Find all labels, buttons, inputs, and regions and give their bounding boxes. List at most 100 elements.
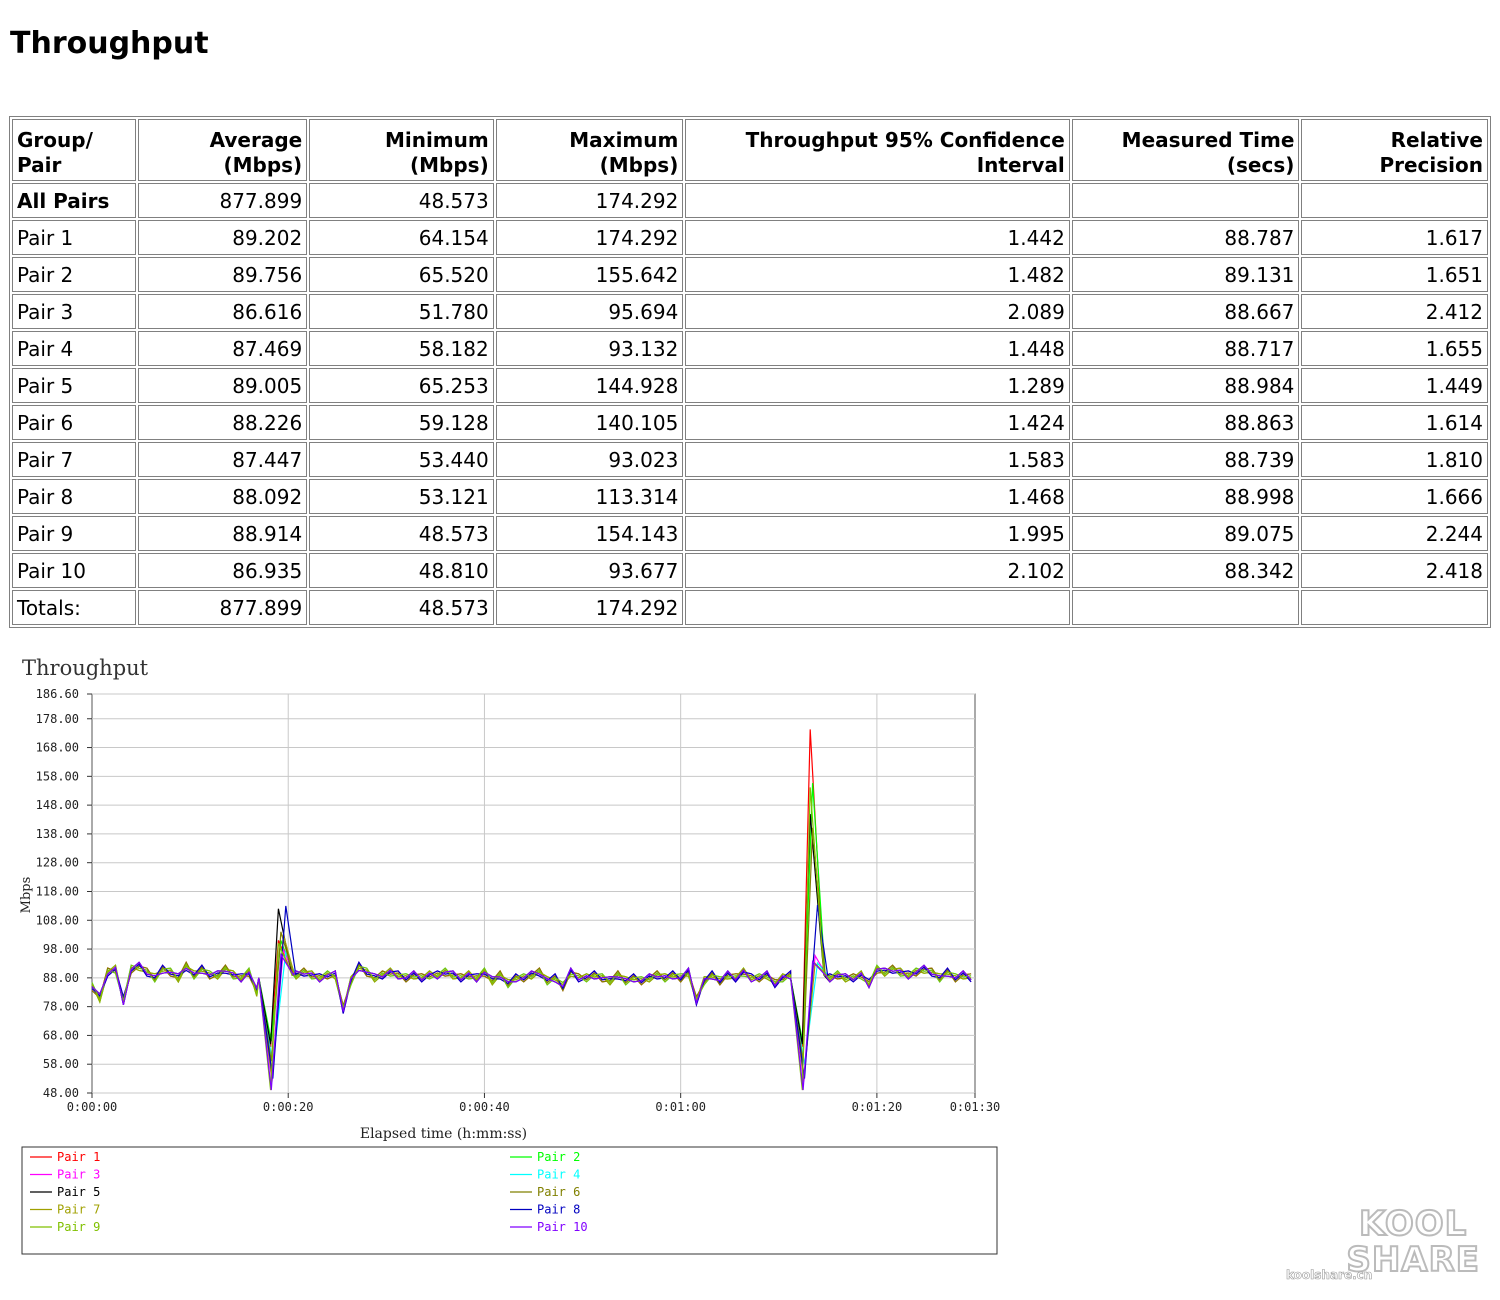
table-cell: 64.154 bbox=[309, 220, 494, 255]
column-header: Minimum (Mbps) bbox=[309, 119, 494, 181]
x-tick-label: 0:00:20 bbox=[263, 1100, 314, 1114]
table-cell bbox=[685, 590, 1070, 625]
table-cell: 1.468 bbox=[685, 479, 1070, 514]
table-cell: 53.121 bbox=[309, 479, 494, 514]
table-cell: 2.102 bbox=[685, 553, 1070, 588]
plot-area bbox=[91, 693, 976, 1094]
table-cell: 174.292 bbox=[495, 220, 684, 255]
table-row: Pair 7 87.447 53.440 93.023 1.583 88.739 1.810 bbox=[12, 442, 1488, 477]
legend-label: Pair 9 bbox=[57, 1220, 100, 1234]
table-cell: 48.573 bbox=[309, 516, 494, 551]
throughput-table: Group/Pair Average (Mbps) Minimum (Mbps) Ma… bbox=[9, 116, 1491, 628]
table-cell: 88.226 bbox=[138, 405, 308, 440]
table-cell: 1.666 bbox=[1301, 479, 1488, 514]
table-cell: 89.005 bbox=[138, 368, 308, 403]
table-cell: 155.642 bbox=[495, 257, 684, 292]
table-cell: 86.935 bbox=[138, 553, 308, 588]
table-cell: 113.314 bbox=[495, 479, 684, 514]
y-tick-label: 98.00 bbox=[43, 942, 79, 956]
table-cell: 2.412 bbox=[1301, 294, 1488, 329]
legend-label: Pair 5 bbox=[57, 1185, 100, 1199]
column-header: Average (Mbps) bbox=[138, 119, 308, 181]
y-tick-label: 58.00 bbox=[43, 1057, 79, 1071]
table-cell: 154.143 bbox=[495, 516, 684, 551]
koolshare-watermark: KOOL SHARE koolshare.cn bbox=[1286, 1204, 1486, 1288]
table-cell: 88.914 bbox=[138, 516, 308, 551]
y-tick-label: 128.00 bbox=[36, 856, 79, 870]
table-cell: 88.998 bbox=[1071, 479, 1300, 514]
table-cell: 1.655 bbox=[1301, 331, 1488, 366]
y-tick-label: 48.00 bbox=[43, 1086, 79, 1100]
table-cell bbox=[1301, 183, 1488, 218]
table-row: Pair 9 88.914 48.573 154.143 1.995 89.075 2.24… bbox=[12, 516, 1488, 551]
table-header-row: Group/Pair Average (Mbps) Minimum (Mbps) Ma… bbox=[12, 119, 1488, 181]
table-cell: 877.899 bbox=[138, 183, 308, 218]
table-cell: 1.810 bbox=[1301, 442, 1488, 477]
row-label: Pair 5 bbox=[12, 368, 137, 403]
table-cell: 1.482 bbox=[685, 257, 1070, 292]
watermark-site: koolshare.cn bbox=[1286, 1268, 1373, 1283]
legend-label: Pair 10 bbox=[537, 1220, 588, 1234]
row-label: Pair 3 bbox=[12, 294, 137, 329]
table-cell: 88.787 bbox=[1071, 220, 1300, 255]
table-cell: 1.449 bbox=[1301, 368, 1488, 403]
table-cell: 1.617 bbox=[1301, 220, 1488, 255]
column-header: Group/Pair bbox=[12, 119, 137, 181]
row-label: Pair 1 bbox=[12, 220, 137, 255]
x-tick-label: 0:01:20 bbox=[852, 1100, 903, 1114]
legend-label: Pair 2 bbox=[537, 1150, 580, 1164]
y-tick-label: 168.00 bbox=[36, 741, 79, 755]
chart-svg: 186.60 178.00 168.00 158.00 148.00 138.00 128.… bbox=[19, 687, 1000, 1255]
row-label: Pair 10 bbox=[12, 553, 137, 588]
table-row: Pair 6 88.226 59.128 140.105 1.424 88.863 1.61… bbox=[12, 405, 1488, 440]
row-label: Totals: bbox=[12, 590, 137, 625]
table-cell: 88.667 bbox=[1071, 294, 1300, 329]
y-tick-label: 88.00 bbox=[43, 971, 79, 985]
legend-label: Pair 7 bbox=[57, 1203, 100, 1217]
y-tick-label: 186.60 bbox=[36, 687, 79, 701]
table-body: All Pairs 877.899 48.573 174.292 Pair 1 89.20… bbox=[12, 183, 1488, 625]
row-label: Pair 6 bbox=[12, 405, 137, 440]
page-title: Throughput bbox=[10, 26, 209, 61]
table-cell bbox=[685, 183, 1070, 218]
table-row: Pair 2 89.756 65.520 155.642 1.482 89.131 1.65… bbox=[12, 257, 1488, 292]
y-tick-label: 68.00 bbox=[43, 1028, 79, 1042]
legend-label: Pair 4 bbox=[537, 1168, 580, 1182]
column-header: Maximum (Mbps) bbox=[495, 119, 684, 181]
table-cell: 2.244 bbox=[1301, 516, 1488, 551]
table-cell: 88.717 bbox=[1071, 331, 1300, 366]
y-axis-label: Mbps bbox=[19, 877, 34, 914]
row-label: Pair 4 bbox=[12, 331, 137, 366]
table-cell: 53.440 bbox=[309, 442, 494, 477]
legend-label: Pair 1 bbox=[57, 1150, 100, 1164]
table-cell bbox=[1301, 590, 1488, 625]
table-cell: 88.863 bbox=[1071, 405, 1300, 440]
table-cell: 95.694 bbox=[495, 294, 684, 329]
table-cell: 1.424 bbox=[685, 405, 1070, 440]
table-cell: 48.573 bbox=[309, 590, 494, 625]
table-cell: 93.023 bbox=[495, 442, 684, 477]
table-cell: 86.616 bbox=[138, 294, 308, 329]
table-cell: 88.739 bbox=[1071, 442, 1300, 477]
table-cell: 1.583 bbox=[685, 442, 1070, 477]
table-cell: 2.089 bbox=[685, 294, 1070, 329]
table-cell: 59.128 bbox=[309, 405, 494, 440]
legend-label: Pair 6 bbox=[537, 1185, 580, 1199]
table-cell bbox=[1071, 183, 1300, 218]
table-cell: 1.448 bbox=[685, 331, 1070, 366]
table-cell: 1.995 bbox=[685, 516, 1070, 551]
table-cell: 58.182 bbox=[309, 331, 494, 366]
table-row: Pair 10 86.935 48.810 93.677 2.102 88.342 2.41… bbox=[12, 553, 1488, 588]
table-cell: 89.756 bbox=[138, 257, 308, 292]
row-label: All Pairs bbox=[12, 183, 137, 218]
table-cell: 88.342 bbox=[1071, 553, 1300, 588]
table-cell: 88.092 bbox=[138, 479, 308, 514]
table-cell: 93.132 bbox=[495, 331, 684, 366]
x-tick-label: 0:01:00 bbox=[655, 1100, 706, 1114]
column-header: Throughput 95% Confidence Interval bbox=[685, 119, 1070, 181]
logo-top-text: KOOL bbox=[1358, 1204, 1468, 1244]
y-tick-label: 78.00 bbox=[43, 1000, 79, 1014]
table-row: All Pairs 877.899 48.573 174.292 bbox=[12, 183, 1488, 218]
x-axis-label: Elapsed time (h:mm:ss) bbox=[360, 1126, 527, 1142]
legend-label: Pair 3 bbox=[57, 1168, 100, 1182]
